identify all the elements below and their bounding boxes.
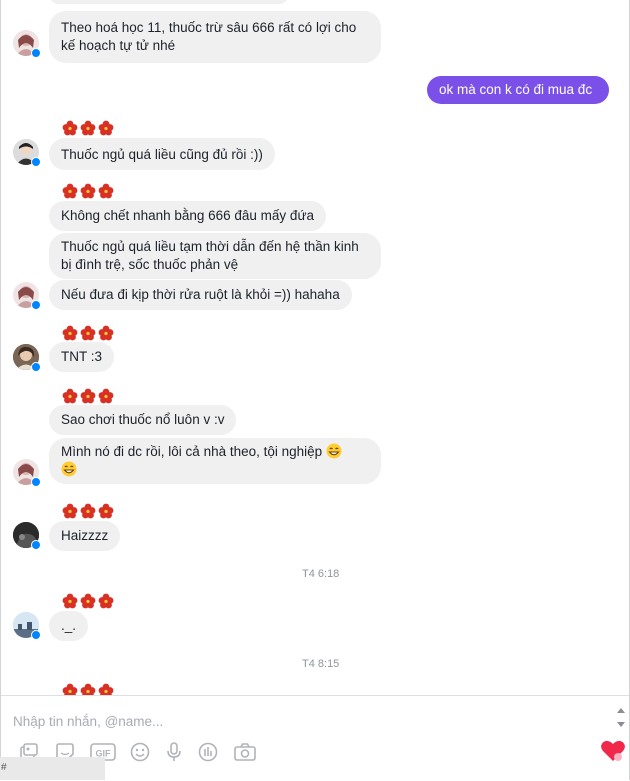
message-text: Theo hoá học 11, thuốc trừ sâu 666 rất c… [61,20,357,53]
message-text: ok mà con k có đi mua đc [439,82,593,97]
reaction-flowers[interactable] [62,120,114,136]
message-bubble[interactable]: Theo hoá học 11, thuốc trừ sâu 666 rất c… [49,11,381,63]
message-text: ._. [61,618,77,633]
hibiscus-icon [80,503,96,519]
hibiscus-icon [62,593,78,609]
reaction-flowers[interactable] [62,683,114,695]
hibiscus-icon [98,683,114,695]
camera-icon[interactable] [233,741,257,763]
outgoing-message-bubble[interactable]: ok mà con k có đi mua đc [427,76,609,104]
heart-send-icon[interactable] [600,738,626,764]
emoji-icon[interactable] [129,741,151,763]
message-bubble[interactable]: Sao chơi thuốc nổ luôn v :v [49,405,237,435]
grinning-emoji-icon [61,461,77,477]
reaction-flowers[interactable] [62,593,114,609]
message-bubble[interactable]: Thuốc ngủ quá liều tạm thời dẫn đến hệ t… [49,233,381,279]
window-border-left [0,0,1,780]
grinning-emoji-icon [326,443,342,459]
hibiscus-icon [98,388,114,404]
hibiscus-icon [80,183,96,199]
avatar[interactable] [13,344,41,372]
hibiscus-icon [62,325,78,341]
message-bubble[interactable]: ._. [49,611,89,641]
hibiscus-icon [80,683,96,695]
scroll-up-arrow-icon[interactable] [616,706,626,714]
reaction-flowers[interactable] [62,183,114,199]
hibiscus-icon [80,593,96,609]
message-text: TNT :3 [61,349,103,364]
timestamp: T4 6:18 [302,568,340,580]
chat-window: Theo hoá học 11, thuốc trừ sâu 666 rất c… [0,0,630,781]
message-bubble[interactable]: Thuốc ngủ quá liều cũng đủ rồi :)) [49,138,275,170]
clipped-message-bubble [49,0,289,4]
timestamp: T4 8:15 [302,658,340,670]
hibiscus-icon [62,683,78,695]
message-bubble[interactable]: Mình nó đi dc rồi, lôi cả nhà theo, tội … [49,438,381,484]
microphone-icon[interactable] [163,741,185,763]
messenger-badge-icon [31,300,41,310]
poll-icon[interactable] [197,741,219,763]
messenger-badge-icon [31,157,41,167]
hibiscus-icon [80,120,96,136]
avatar[interactable] [13,612,41,640]
avatar[interactable] [13,139,41,167]
messenger-badge-icon [31,630,41,640]
hibiscus-icon [98,183,114,199]
message-bubble[interactable]: Không chết nhanh bằng 666 đâu mấy đứa [49,201,326,231]
messenger-badge-icon [31,362,41,372]
messenger-badge-icon [31,48,41,58]
messenger-badge-icon [31,540,41,550]
status-hash: # [1,762,7,773]
hibiscus-icon [98,120,114,136]
messenger-badge-icon [31,477,41,487]
avatar[interactable] [13,30,41,58]
message-text: Nếu đưa đi kịp thời rửa ruột là khỏi =))… [61,287,340,302]
message-text: Haizzzz [61,528,109,543]
hibiscus-icon [62,388,78,404]
hibiscus-icon [62,503,78,519]
hibiscus-icon [80,388,96,404]
hibiscus-icon [98,593,114,609]
hibiscus-icon [80,325,96,341]
avatar[interactable] [13,459,41,487]
status-strip [0,757,105,780]
reaction-flowers[interactable] [62,388,114,404]
hibiscus-icon [98,503,114,519]
message-text: Sao chơi thuốc nổ luôn v :v [61,412,225,427]
message-text: Không chết nhanh bằng 666 đâu mấy đứa [61,208,314,223]
message-bubble[interactable]: TNT :3 [49,342,115,372]
message-text: Thuốc ngủ quá liều tạm thời dẫn đến hệ t… [61,239,359,272]
avatar[interactable] [13,282,41,310]
message-text: Mình nó đi dc rồi, lôi cả nhà theo, tội … [61,444,323,459]
message-bubble[interactable]: Nếu đưa đi kịp thời rửa ruột là khỏi =))… [49,280,352,310]
hibiscus-icon [62,120,78,136]
reaction-flowers[interactable] [62,325,114,341]
avatar[interactable] [13,522,41,550]
reaction-flowers[interactable] [62,503,114,519]
message-text: Thuốc ngủ quá liều cũng đủ rồi :)) [61,147,263,162]
scroll-down-arrow-icon[interactable] [616,721,626,729]
hibiscus-icon [98,325,114,341]
message-bubble[interactable]: Haizzzz [49,521,121,551]
hibiscus-icon [62,183,78,199]
message-input[interactable]: Nhập tin nhắn, @name... [13,714,163,729]
